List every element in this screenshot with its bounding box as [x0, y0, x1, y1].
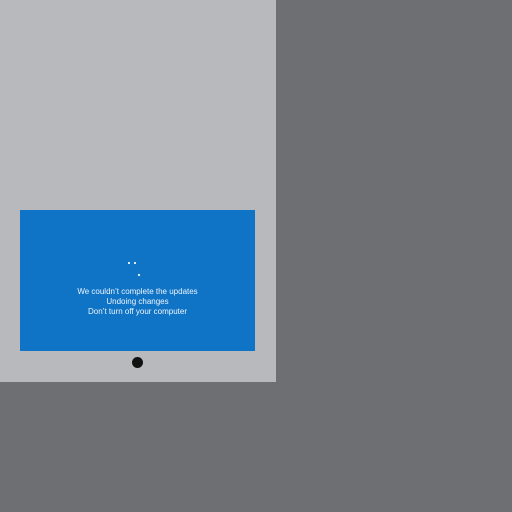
update-screen: We couldn’t complete the updates Undoing… — [20, 210, 255, 351]
tablet-device: We couldn’t complete the updates Undoing… — [0, 0, 276, 382]
update-failed-message: We couldn’t complete the updates — [77, 287, 198, 296]
do-not-turn-off-message: Don’t turn off your computer — [87, 307, 187, 316]
undoing-changes-message: Undoing changes — [106, 297, 169, 306]
home-button[interactable] — [132, 357, 143, 368]
loading-dots-icon — [127, 261, 141, 277]
